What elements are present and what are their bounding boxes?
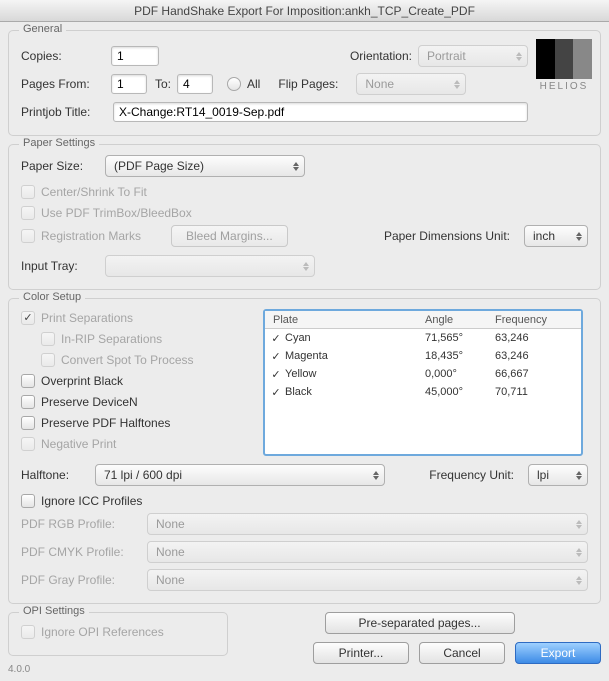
all-radio[interactable]	[227, 77, 241, 91]
export-button[interactable]: Export	[515, 642, 601, 664]
to-input[interactable]	[177, 74, 213, 94]
halftone-cb-label: Preserve PDF Halftones	[41, 416, 170, 430]
convertspot-checkbox	[41, 353, 55, 367]
flip-label: Flip Pages:	[278, 77, 338, 91]
ignoreopi-label: Ignore OPI References	[41, 625, 164, 639]
table-row: ✓Black45,000°70,711	[265, 383, 581, 401]
table-row: ✓Yellow0,000°66,667	[265, 365, 581, 383]
halftone-label: Halftone:	[21, 468, 89, 482]
negative-label: Negative Print	[41, 437, 116, 451]
devicen-checkbox[interactable]	[21, 395, 35, 409]
cmyk-label: PDF CMYK Profile:	[21, 545, 141, 559]
cancel-button[interactable]: Cancel	[419, 642, 505, 664]
general-group: General HELIOS Copies: Orientation: Port…	[8, 30, 601, 136]
all-label: All	[247, 77, 260, 91]
tray-select	[105, 255, 315, 277]
window-title: PDF HandShake Export For Imposition:ankh…	[0, 0, 609, 22]
center-checkbox	[21, 185, 35, 199]
general-legend: General	[19, 23, 66, 35]
trimbox-label: Use PDF TrimBox/BleedBox	[41, 206, 192, 220]
gray-label: PDF Gray Profile:	[21, 573, 141, 587]
ignoreicc-label: Ignore ICC Profiles	[41, 494, 142, 508]
frequnit-select[interactable]: lpi	[528, 464, 588, 486]
rgb-label: PDF RGB Profile:	[21, 517, 141, 531]
paperunit-label: Paper Dimensions Unit:	[384, 229, 510, 243]
paperunit-select[interactable]: inch	[524, 225, 588, 247]
center-label: Center/Shrink To Fit	[41, 185, 147, 199]
tray-label: Input Tray:	[21, 259, 99, 273]
halftone-select[interactable]: 71 lpi / 600 dpi	[95, 464, 385, 486]
table-row: ✓Magenta18,435°63,246	[265, 347, 581, 365]
version-text: 4.0.0	[8, 664, 601, 675]
ignoreopi-checkbox	[21, 625, 35, 639]
printer-button[interactable]: Printer...	[313, 642, 409, 664]
table-row: ✓Cyan71,565°63,246	[265, 329, 581, 347]
bleed-button: Bleed Margins...	[171, 225, 288, 247]
paper-legend: Paper Settings	[19, 137, 99, 149]
plate-table[interactable]: Plate Angle Frequency ✓Cyan71,565°63,246…	[263, 309, 583, 456]
devicen-label: Preserve DeviceN	[41, 395, 138, 409]
papersize-label: Paper Size:	[21, 159, 99, 173]
trimbox-checkbox	[21, 206, 35, 220]
rgb-select: None	[147, 513, 588, 535]
regmarks-label: Registration Marks	[41, 229, 171, 243]
pages-from-label: Pages From:	[21, 77, 105, 91]
printjob-input[interactable]	[113, 102, 528, 122]
cmyk-select: None	[147, 541, 588, 563]
papersize-select[interactable]: (PDF Page Size)	[105, 155, 305, 177]
gray-select: None	[147, 569, 588, 591]
to-label: To:	[155, 77, 171, 91]
orientation-label: Orientation:	[350, 49, 412, 63]
convertspot-label: Convert Spot To Process	[61, 353, 194, 367]
negative-checkbox	[21, 437, 35, 451]
overprint-checkbox[interactable]	[21, 374, 35, 388]
presep-button[interactable]: Pre-separated pages...	[325, 612, 515, 634]
printsep-checkbox	[21, 311, 35, 325]
frequnit-label: Frequency Unit:	[429, 468, 514, 482]
brand-logo: HELIOS	[536, 39, 592, 92]
color-group: Color Setup Print Separations In-RIP Sep…	[8, 298, 601, 604]
ignoreicc-checkbox[interactable]	[21, 494, 35, 508]
printsep-label: Print Separations	[41, 311, 133, 325]
opi-legend: OPI Settings	[19, 605, 89, 617]
flip-select: None	[356, 73, 466, 95]
inrip-label: In-RIP Separations	[61, 332, 162, 346]
overprint-label: Overprint Black	[41, 374, 123, 388]
from-input[interactable]	[111, 74, 147, 94]
plate-header: Plate Angle Frequency	[265, 311, 581, 329]
regmarks-checkbox	[21, 229, 35, 243]
copies-label: Copies:	[21, 49, 105, 63]
opi-group: OPI Settings Ignore OPI References	[8, 612, 228, 656]
orientation-select: Portrait	[418, 45, 528, 67]
copies-input[interactable]	[111, 46, 159, 66]
color-legend: Color Setup	[19, 291, 85, 303]
paper-group: Paper Settings Paper Size: (PDF Page Siz…	[8, 144, 601, 290]
inrip-checkbox	[41, 332, 55, 346]
printjob-label: Printjob Title:	[21, 105, 107, 119]
halftone-checkbox[interactable]	[21, 416, 35, 430]
